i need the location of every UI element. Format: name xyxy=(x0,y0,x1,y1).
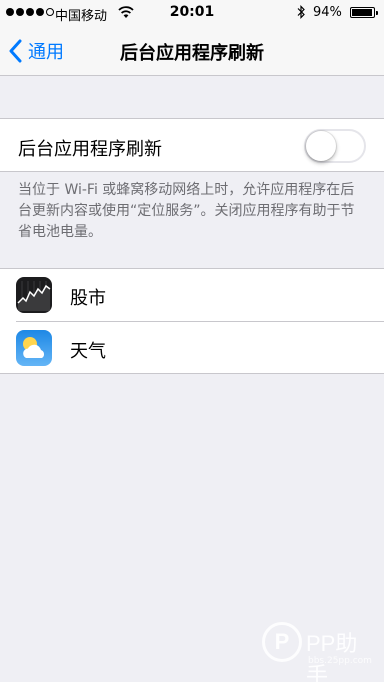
bluetooth-icon xyxy=(297,5,305,19)
footer-note: 当位于 Wi-Fi 或蜂窝移动网络上时，允许应用程序在后台更新内容或使用“定位服… xyxy=(18,182,355,240)
toggle-knob xyxy=(306,131,336,161)
watermark: PP助手 bbs.25pp.com xyxy=(262,622,374,682)
background-refresh-toggle[interactable] xyxy=(304,129,366,163)
app-label-weather: 天气 xyxy=(70,341,106,362)
app-list: 股市 天气 xyxy=(0,268,384,374)
status-bar: 中国移动 20:01 94% xyxy=(0,0,384,26)
watermark-text: PP助手 xyxy=(306,631,358,682)
weather-icon xyxy=(16,330,52,366)
battery-percent: 94% xyxy=(313,5,342,20)
background-refresh-row: 后台应用程序刷新 xyxy=(0,118,384,172)
app-label-stocks: 股市 xyxy=(70,288,106,309)
pp-logo-icon xyxy=(262,622,302,662)
watermark-subtext: bbs.25pp.com xyxy=(308,656,372,666)
stocks-icon xyxy=(16,277,52,313)
list-item-stocks[interactable]: 股市 xyxy=(0,269,384,322)
navigation-bar: 通用 后台应用程序刷新 xyxy=(0,26,384,76)
background-refresh-label: 后台应用程序刷新 xyxy=(18,139,162,160)
battery-icon xyxy=(350,7,378,18)
page-title: 后台应用程序刷新 xyxy=(120,43,264,64)
list-item-weather[interactable]: 天气 xyxy=(0,322,384,374)
